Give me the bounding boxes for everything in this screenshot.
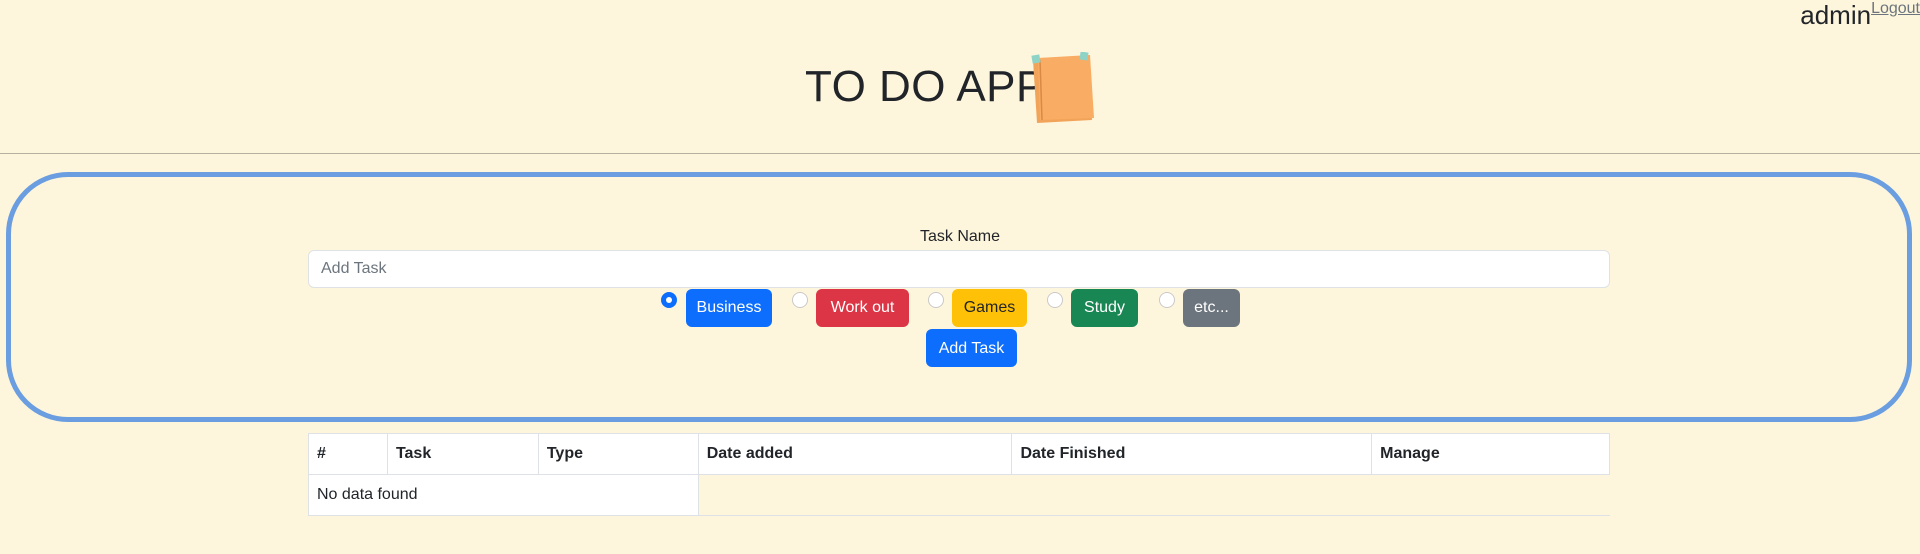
page-title: TO DO APP [805, 62, 1046, 111]
task-table: # Task Type Date added Date Finished Man… [308, 433, 1610, 516]
empty-filler-cell [698, 474, 1610, 516]
column-header-date-finished: Date Finished [1011, 433, 1373, 475]
add-task-button[interactable]: Add Task [926, 329, 1017, 367]
radio-business[interactable] [661, 292, 677, 308]
type-badge-business: Business [686, 289, 772, 327]
task-name-label: Task Name [919, 228, 1001, 245]
type-badge-etc: etc... [1183, 289, 1240, 327]
empty-message: No data found [308, 474, 699, 516]
task-name-input[interactable] [308, 250, 1610, 288]
page-header: TO DO APP [0, 0, 1920, 154]
sticky-note-icon [1031, 52, 1094, 123]
table-header-row: # Task Type Date added Date Finished Man… [308, 433, 1610, 475]
radio-etc[interactable] [1159, 292, 1175, 308]
radio-games[interactable] [928, 292, 944, 308]
type-badge-work-out: Work out [816, 289, 909, 327]
column-header-task: Task [386, 433, 539, 475]
column-header-number: # [308, 433, 388, 475]
radio-study[interactable] [1047, 292, 1063, 308]
column-header-date-added: Date added [697, 433, 1013, 475]
table-row: No data found [308, 474, 1610, 516]
type-badge-study: Study [1071, 289, 1138, 327]
type-badge-games: Games [952, 289, 1027, 327]
column-header-type: Type [537, 433, 699, 475]
radio-work-out[interactable] [792, 292, 808, 308]
column-header-manage: Manage [1371, 433, 1610, 475]
